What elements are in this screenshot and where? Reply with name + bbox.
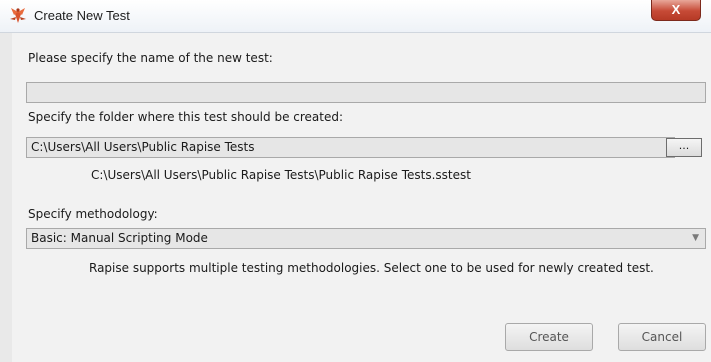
path-preview: C:\Users\All Users\Public Rapise Tests\P… <box>91 168 471 182</box>
create-button[interactable]: Create <box>505 323 593 351</box>
folder-input[interactable]: C:\Users\All Users\Public Rapise Tests <box>26 137 675 158</box>
title-bar: Create New Test X <box>0 0 711 33</box>
close-button[interactable]: X <box>651 0 701 21</box>
rapise-bug-icon <box>10 8 26 23</box>
close-icon: X <box>671 2 681 17</box>
folder-label: Specify the folder where this test shoul… <box>28 110 344 124</box>
methodology-label: Specify methodology: <box>28 207 158 221</box>
browse-button[interactable]: ... <box>666 138 702 157</box>
methodology-hint: Rapise supports multiple testing methodo… <box>89 261 654 275</box>
methodology-selected-value: Basic: Manual Scripting Mode <box>31 231 208 245</box>
dialog-body: Please specify the name of the new test:… <box>12 33 711 362</box>
test-name-input[interactable] <box>26 82 706 103</box>
cancel-button[interactable]: Cancel <box>618 323 706 351</box>
window-title: Create New Test <box>34 8 130 23</box>
test-name-label: Please specify the name of the new test: <box>28 51 273 65</box>
methodology-select[interactable]: Basic: Manual Scripting Mode ▼ <box>26 228 706 249</box>
chevron-down-icon: ▼ <box>692 233 699 243</box>
